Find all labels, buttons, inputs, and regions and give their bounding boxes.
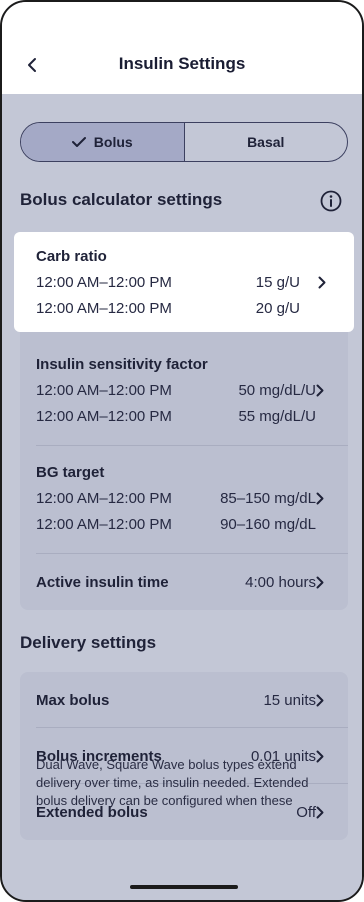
- isf-row-2: 12:00 AM–12:00 PM 55 mg/dL/U: [36, 408, 348, 425]
- isf-row-1-time: 12:00 AM–12:00 PM: [36, 382, 172, 399]
- isf-row-1: 12:00 AM–12:00 PM 50 mg/dL/U: [36, 382, 348, 399]
- chevron-right-icon: [316, 384, 324, 397]
- bolus-tab[interactable]: Bolus: [21, 123, 185, 161]
- bg-target-row-1-time: 12:00 AM–12:00 PM: [36, 490, 172, 507]
- isf-row-2-value: 55 mg/dL/U: [238, 408, 316, 425]
- bg-target-row-2-value: 90–160 mg/dL: [220, 516, 316, 533]
- isf-row-2-time: 12:00 AM–12:00 PM: [36, 408, 172, 425]
- chevron-right-icon: [318, 276, 326, 289]
- bg-target-group[interactable]: BG target: [36, 464, 332, 481]
- isf-group[interactable]: Insulin sensitivity factor: [36, 356, 332, 373]
- divider: [36, 445, 348, 446]
- divider: [36, 553, 348, 554]
- carb-ratio-title: Carb ratio: [36, 248, 107, 265]
- active-insulin-label: Active insulin time: [36, 573, 169, 591]
- carb-ratio-row-1-time: 12:00 AM–12:00 PM: [36, 274, 172, 291]
- extended-bolus-note: Dual Wave, Square Wave bolus types exten…: [36, 757, 309, 808]
- basal-tab-label: Basal: [247, 134, 285, 150]
- bolus-section-title: Bolus calculator settings: [20, 190, 223, 209]
- info-button[interactable]: [320, 190, 342, 212]
- carb-ratio-row-1-value: 15 g/U: [255, 274, 300, 291]
- active-insulin-chevron: [314, 575, 326, 589]
- carb-ratio-card[interactable]: Carb ratio 12:00 AM–12:00 PM 15 g/U 12:0…: [14, 232, 354, 332]
- mode-segmented-control: Bolus Basal: [20, 122, 348, 162]
- active-insulin-value: 4:00 hours: [245, 573, 316, 591]
- page-title: Insulin Settings: [118, 54, 246, 73]
- max-bolus-label: Max bolus: [36, 691, 110, 709]
- chevron-right-icon: [316, 694, 324, 706]
- carb-ratio-row-2-time: 12:00 AM–12:00 PM: [36, 300, 172, 317]
- isf-row-1-value: 50 mg/dL/U: [238, 382, 316, 399]
- bg-target-row-2-time: 12:00 AM–12:00 PM: [36, 516, 172, 533]
- bg-target-title: BG target: [36, 464, 105, 481]
- bg-target-row-2: 12:00 AM–12:00 PM 90–160 mg/dL: [36, 516, 348, 533]
- carb-ratio-row-2: 12:00 AM–12:00 PM 20 g/U: [36, 300, 354, 317]
- basal-tab[interactable]: Basal: [185, 123, 348, 161]
- active-insulin-row[interactable]: Active insulin time 4:00 hours: [36, 571, 348, 593]
- bolus-tab-label: Bolus: [93, 134, 133, 150]
- check-icon: [71, 136, 86, 148]
- chevron-right-icon: [316, 576, 324, 588]
- bg-target-row-1: 12:00 AM–12:00 PM 85–150 mg/dL: [36, 490, 348, 507]
- isf-title: Insulin sensitivity factor: [36, 356, 208, 373]
- chevron-right-icon: [316, 492, 324, 505]
- max-bolus-row[interactable]: Max bolus 15 units: [36, 689, 348, 711]
- home-indicator: [130, 885, 238, 889]
- isf-chevron[interactable]: [314, 384, 326, 398]
- phone-frame: Insulin Settings Bolus Basal Bolus calcu…: [0, 0, 364, 902]
- info-icon: [320, 190, 342, 212]
- max-bolus-chevron: [314, 693, 326, 707]
- header: Insulin Settings: [2, 2, 362, 94]
- divider: [36, 727, 348, 728]
- delivery-section-title: Delivery settings: [20, 633, 157, 652]
- bg-target-chevron[interactable]: [314, 492, 326, 506]
- carb-ratio-chevron[interactable]: [316, 276, 328, 290]
- bg-target-row-1-value: 85–150 mg/dL: [220, 490, 316, 507]
- max-bolus-value: 15 units: [263, 691, 316, 709]
- carb-ratio-row-1: 12:00 AM–12:00 PM 15 g/U: [36, 274, 354, 291]
- carb-ratio-row-2-value: 20 g/U: [255, 300, 300, 317]
